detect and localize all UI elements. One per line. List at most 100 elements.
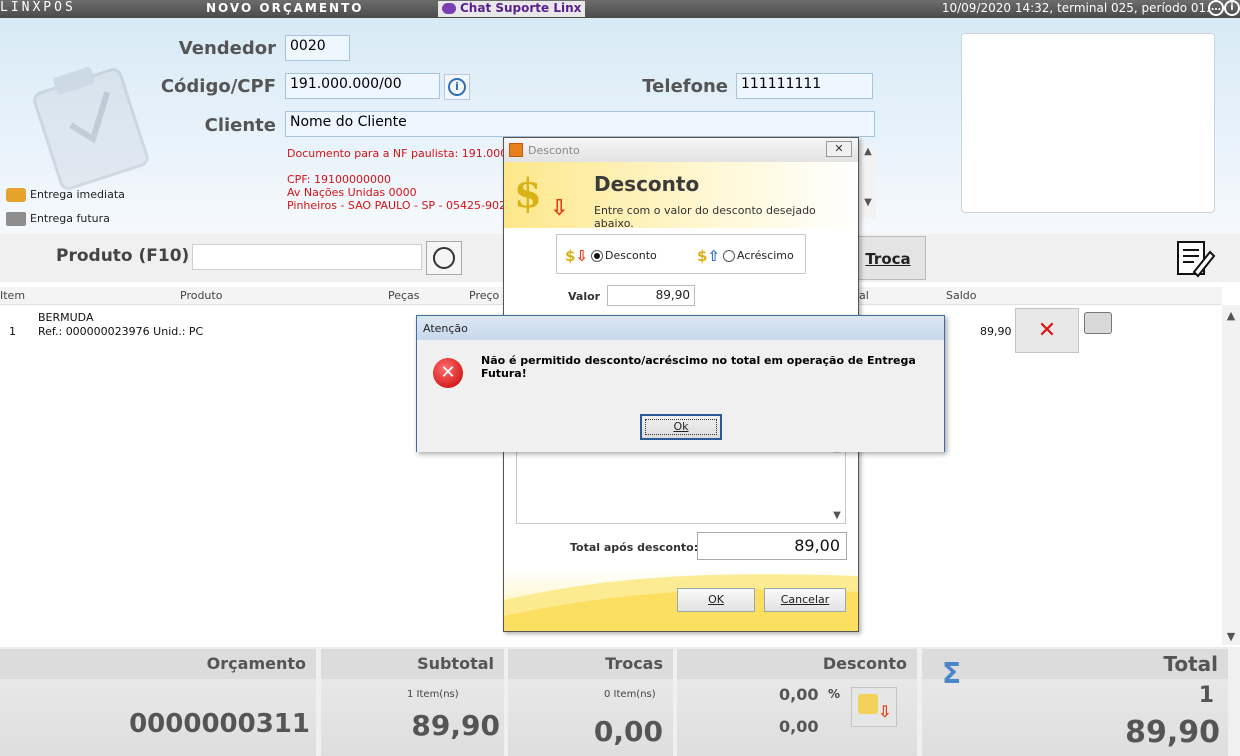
orcamento-box: Orçamento 0000000311 <box>0 647 316 756</box>
desconto-dialog-titlebar[interactable]: Desconto ✕ <box>504 138 858 162</box>
subtotal-label: Subtotal <box>321 649 504 679</box>
close-button[interactable]: ✕ <box>826 141 852 157</box>
notepad-icon[interactable] <box>1172 238 1216 278</box>
chat-bubble-icon[interactable]: … <box>1208 0 1224 16</box>
row-saldo: 89,90 <box>980 325 1012 338</box>
entrega-futura-option[interactable]: Entrega futura <box>6 212 110 226</box>
session-status: 10/09/2020 14:32, terminal 025, período … <box>941 1 1210 15</box>
desconto-cancel-button[interactable]: Cancelar <box>764 588 846 612</box>
scroll-down-icon[interactable]: ▼ <box>860 197 876 208</box>
customer-scrollbar[interactable]: ▲ ▼ <box>860 146 876 218</box>
desconto-banner: $ ⇩ Desconto Entre com o valor do descon… <box>504 162 858 230</box>
subtotal-items: 1 Item(ns) <box>407 689 459 700</box>
telefone-field[interactable]: 111111111 <box>736 73 873 99</box>
error-icon: ✕ <box>433 358 463 388</box>
troca-button[interactable]: Troca <box>850 236 926 280</box>
percent-sign: % <box>828 687 841 701</box>
desconto-radio-label: Desconto <box>605 249 657 262</box>
desconto-heading: Desconto <box>594 172 700 196</box>
row-product-ref: Ref.: 000000023976 Unid.: PC <box>38 325 204 338</box>
product-label: Produto (F10) <box>56 246 190 266</box>
col-pecas: Peças <box>388 289 420 302</box>
title-bar: LINXPOS Novo orçamento Chat Suporte Linx… <box>0 0 1240 18</box>
desconto-type-group: $⇩ Desconto $⇧ Acréscimo <box>556 234 806 274</box>
valor-label: Valor <box>568 290 601 303</box>
trocas-items: 0 Item(ns) <box>604 689 656 700</box>
surcharge-icon: $⇧ <box>697 247 721 265</box>
chat-support-link[interactable]: Chat Suporte Linx <box>438 1 586 17</box>
arrow-down-icon: ⇩ <box>550 196 569 221</box>
total-apos-desconto-field[interactable]: 89,00 <box>697 532 847 560</box>
entrega-imediata-label: Entrega imediata <box>30 188 125 201</box>
desconto-radio[interactable]: $⇩ Desconto <box>565 247 657 265</box>
scroll-down-icon[interactable]: ▼ <box>1222 630 1240 643</box>
info-icon[interactable]: i <box>1224 0 1240 16</box>
troca-button-label: Troca <box>865 250 911 268</box>
desconto-button[interactable]: ⇩ <box>851 687 897 727</box>
col-produto: Produto <box>180 289 223 302</box>
truck-icon[interactable] <box>1084 312 1112 334</box>
desconto-subheading: Entre com o valor do desconto desejado a… <box>594 204 816 230</box>
row-product-name: BERMUDA <box>38 311 94 324</box>
alert-dialog: Atenção ✕ Não é permitido desconto/acrés… <box>416 315 945 452</box>
col-total: al <box>859 289 869 302</box>
remove-item-button[interactable]: ✕ <box>1015 308 1079 353</box>
chat-bubble-icon <box>442 3 456 14</box>
desconto-label: Desconto <box>677 649 917 679</box>
telefone-label: Telefone <box>642 76 728 97</box>
observacao-textarea[interactable]: ▲ ▼ <box>516 442 846 524</box>
discount-icon <box>858 694 878 714</box>
subtotal-box: Subtotal 1 Item(ns) 89,90 <box>321 647 504 756</box>
scroll-up-icon[interactable]: ▲ <box>1222 309 1240 322</box>
customer-photo-area <box>961 33 1215 213</box>
alert-dialog-title: Atenção <box>423 322 468 335</box>
memo-scrollbar[interactable]: ▲ ▼ <box>829 443 845 523</box>
acrescimo-radio[interactable]: $⇧ Acréscimo <box>697 247 794 265</box>
total-apos-desconto-label: Total após desconto: <box>570 541 699 554</box>
desconto-percent: 0,00 <box>779 685 819 704</box>
trocas-box: Trocas 0 Item(ns) 0,00 <box>508 647 673 756</box>
truck-icon <box>6 212 26 226</box>
items-scrollbar[interactable]: ▲ ▼ <box>1222 305 1240 645</box>
close-icon: ✕ <box>1037 318 1057 343</box>
hand-money-icon <box>6 188 26 202</box>
col-saldo: Saldo <box>946 289 977 302</box>
radio-unselected-icon <box>723 250 735 262</box>
arrow-down-icon: ⇩ <box>878 702 892 721</box>
close-icon: ✕ <box>834 142 844 155</box>
desconto-dialog-title: Desconto <box>528 144 580 157</box>
app-icon <box>509 143 523 157</box>
desconto-box: Desconto 0,00 % 0,00 ⇩ <box>677 647 917 756</box>
scroll-up-icon[interactable]: ▲ <box>860 146 876 157</box>
screen-title: Novo orçamento <box>206 1 364 15</box>
customer-info-button[interactable]: i <box>444 74 470 100</box>
orcamento-label: Orçamento <box>0 649 316 679</box>
product-search-button[interactable] <box>426 241 462 275</box>
trocas-label: Trocas <box>508 649 673 679</box>
alert-message: Não é permitido desconto/acréscimo no to… <box>481 354 916 380</box>
cpf-line: CPF: 19100000000 <box>287 173 391 186</box>
scroll-down-icon[interactable]: ▼ <box>829 510 845 521</box>
total-box: Total Σ 1 89,90 <box>922 647 1228 756</box>
col-preco: Preço <box>469 289 500 302</box>
entrega-imediata-option[interactable]: Entrega imediata <box>6 188 125 202</box>
alert-dialog-titlebar[interactable]: Atenção <box>417 316 944 340</box>
desconto-ok-button[interactable]: OK <box>677 588 755 612</box>
alert-ok-button[interactable]: Ok <box>640 414 722 440</box>
total-label: Total <box>922 649 1228 679</box>
codigo-cpf-label: Código/CPF <box>160 76 276 97</box>
search-icon <box>433 247 455 269</box>
vendedor-field[interactable]: 0020 <box>285 35 350 61</box>
discount-icon: $⇩ <box>565 247 589 265</box>
subtotal-value: 89,90 <box>411 709 500 742</box>
product-search-input[interactable] <box>192 244 422 270</box>
codigo-cpf-field[interactable]: 191.000.000/00 <box>285 73 440 99</box>
totals-panel: Orçamento 0000000311 Subtotal 1 Item(ns)… <box>0 647 1240 756</box>
cliente-label: Cliente <box>204 115 276 136</box>
valor-input[interactable]: 89,90 <box>607 285 695 306</box>
nf-paulista-line: Documento para a NF paulista: 191.000.00… <box>287 147 536 160</box>
cliente-field[interactable]: Nome do Cliente <box>285 111 875 137</box>
total-items-count: 1 <box>1198 683 1214 708</box>
desconto-value: 0,00 <box>779 717 819 736</box>
dollar-icon: $ <box>514 170 542 217</box>
